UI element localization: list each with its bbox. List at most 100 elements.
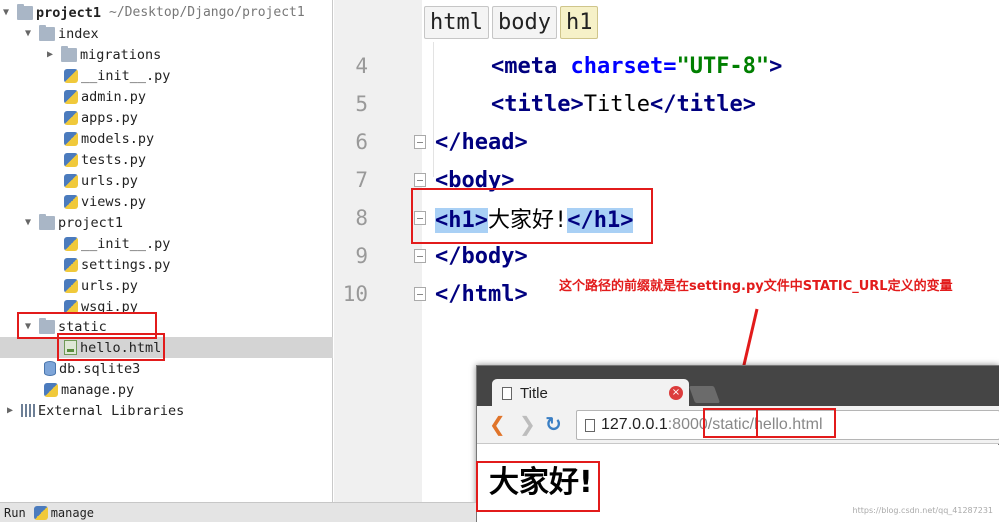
expand-arrow-icon[interactable]: ▼ — [0, 7, 12, 18]
tree-row-file[interactable]: admin.py — [0, 86, 333, 107]
file-label: apps.py — [81, 109, 138, 126]
code-token: head — [461, 129, 515, 155]
python-file-icon — [64, 152, 78, 167]
folder-icon — [61, 45, 77, 62]
fold-marker-icon[interactable] — [414, 173, 426, 187]
url-port: :8000 — [667, 416, 708, 433]
tree-row-file[interactable]: __init__.py — [0, 233, 333, 254]
breadcrumb-h1[interactable]: h1 — [559, 6, 599, 39]
back-arrow-icon[interactable]: ❮ — [489, 413, 506, 435]
breadcrumb: html body h1 — [424, 6, 599, 39]
line-number: 10 — [342, 282, 368, 306]
code-token: > — [514, 243, 528, 269]
file-label: admin.py — [81, 88, 147, 105]
code-line[interactable]: 6 </head> — [334, 123, 999, 161]
code-token: body — [461, 243, 515, 269]
url-host: 127.0.0.1 — [601, 416, 668, 433]
file-label: __init__.py — [81, 235, 171, 252]
python-file-icon — [64, 110, 78, 125]
watermark: https://blog.csdn.net/qq_41287231 — [852, 506, 993, 515]
folder-label: project1 — [58, 214, 124, 231]
code-token: < — [491, 53, 505, 79]
tree-row-migrations[interactable]: ▶ migrations — [0, 44, 333, 65]
fold-marker-icon[interactable] — [414, 135, 426, 149]
collapse-arrow-icon[interactable]: ▶ — [4, 405, 16, 416]
expand-arrow-icon[interactable]: ▼ — [22, 28, 34, 39]
file-label: settings.py — [81, 256, 171, 273]
code-token: title — [504, 91, 571, 117]
code-text: </html> — [435, 282, 528, 307]
code-token: html — [461, 281, 515, 307]
file-label: urls.py — [81, 277, 138, 294]
file-label: views.py — [81, 193, 147, 210]
tree-row-file[interactable]: manage.py — [0, 379, 333, 400]
database-icon — [44, 361, 56, 376]
tree-row-file[interactable]: settings.py — [0, 254, 333, 275]
code-text: <title>Title</title> — [491, 92, 756, 117]
tree-row-index-folder[interactable]: ▼ index — [0, 23, 333, 44]
tree-row-hello-html[interactable]: hello.html — [0, 337, 333, 358]
reload-icon[interactable]: ↻ — [545, 413, 562, 435]
collapse-arrow-icon[interactable]: ▶ — [44, 49, 56, 60]
tree-row-file[interactable]: models.py — [0, 128, 333, 149]
forward-arrow-icon[interactable]: ❯ — [519, 413, 536, 435]
tree-row-file[interactable]: views.py — [0, 191, 333, 212]
tree-row-external-libraries[interactable]: ▶ External Libraries — [0, 400, 333, 421]
close-tab-icon[interactable]: × — [669, 386, 683, 400]
code-token: title — [676, 91, 743, 117]
tree-row-file[interactable]: urls.py — [0, 275, 333, 296]
code-line[interactable]: 5 <title>Title</title> — [334, 85, 999, 123]
file-label: tests.py — [81, 151, 147, 168]
python-file-icon — [64, 89, 78, 104]
code-token: </ — [435, 129, 462, 155]
folder-label: migrations — [80, 46, 162, 63]
browser-tab[interactable]: Title × — [492, 379, 689, 408]
line-number: 9 — [355, 244, 368, 268]
run-status-bar: Run manage — [0, 502, 476, 522]
tree-row-project1-root[interactable]: ▼ project1 ~/Desktop/Django/project1 — [0, 2, 333, 23]
tree-row-file[interactable]: urls.py — [0, 170, 333, 191]
annotation-text: 这个路径的前缀就是在setting.py文件中STATIC_URL定义的变量 — [559, 279, 953, 294]
python-file-icon — [44, 382, 58, 397]
fold-marker-icon[interactable] — [414, 249, 426, 263]
breadcrumb-html[interactable]: html — [424, 6, 489, 39]
code-token: </ — [435, 243, 462, 269]
folder-icon — [39, 213, 55, 230]
fold-marker-icon[interactable] — [414, 287, 426, 301]
expand-arrow-icon[interactable]: ▼ — [22, 217, 34, 228]
code-token: > — [514, 281, 528, 307]
tab-title: Title — [520, 385, 548, 402]
file-label: manage.py — [61, 381, 135, 398]
code-token: > — [570, 91, 584, 117]
code-token: Title — [583, 91, 650, 117]
tree-row-db[interactable]: db.sqlite3 — [0, 358, 333, 379]
run-label[interactable]: Run — [4, 506, 26, 520]
folder-label: External Libraries — [38, 402, 185, 419]
tree-row-file[interactable]: __init__.py — [0, 65, 333, 86]
python-file-icon — [64, 68, 78, 83]
annotation-box-h1-line — [411, 188, 653, 244]
new-tab-button[interactable] — [688, 386, 721, 403]
python-file-icon — [64, 131, 78, 146]
breadcrumb-body[interactable]: body — [491, 6, 557, 39]
code-text: <meta charset="UTF-8"> — [491, 54, 782, 79]
code-token: meta — [504, 53, 558, 79]
browser-tabbar: Title × — [477, 366, 999, 408]
code-text: </head> — [435, 130, 528, 155]
annotation-box-url-file — [756, 408, 836, 438]
line-number: 5 — [355, 92, 368, 116]
python-run-icon — [33, 505, 48, 520]
tree-row-file[interactable]: tests.py — [0, 149, 333, 170]
code-token: </ — [649, 91, 677, 117]
tree-row-file[interactable]: apps.py — [0, 107, 333, 128]
code-token: = — [663, 53, 677, 79]
run-config[interactable]: manage — [51, 506, 94, 520]
tree-row-project1-folder[interactable]: ▼ project1 — [0, 212, 333, 233]
code-token: > — [742, 91, 756, 117]
annotation-box-hello-html — [57, 333, 165, 361]
code-line[interactable]: 4 <meta charset="UTF-8"> — [334, 47, 999, 85]
code-token: </ — [435, 281, 462, 307]
folder-icon — [39, 24, 55, 41]
annotation-box-url-static — [703, 408, 758, 438]
